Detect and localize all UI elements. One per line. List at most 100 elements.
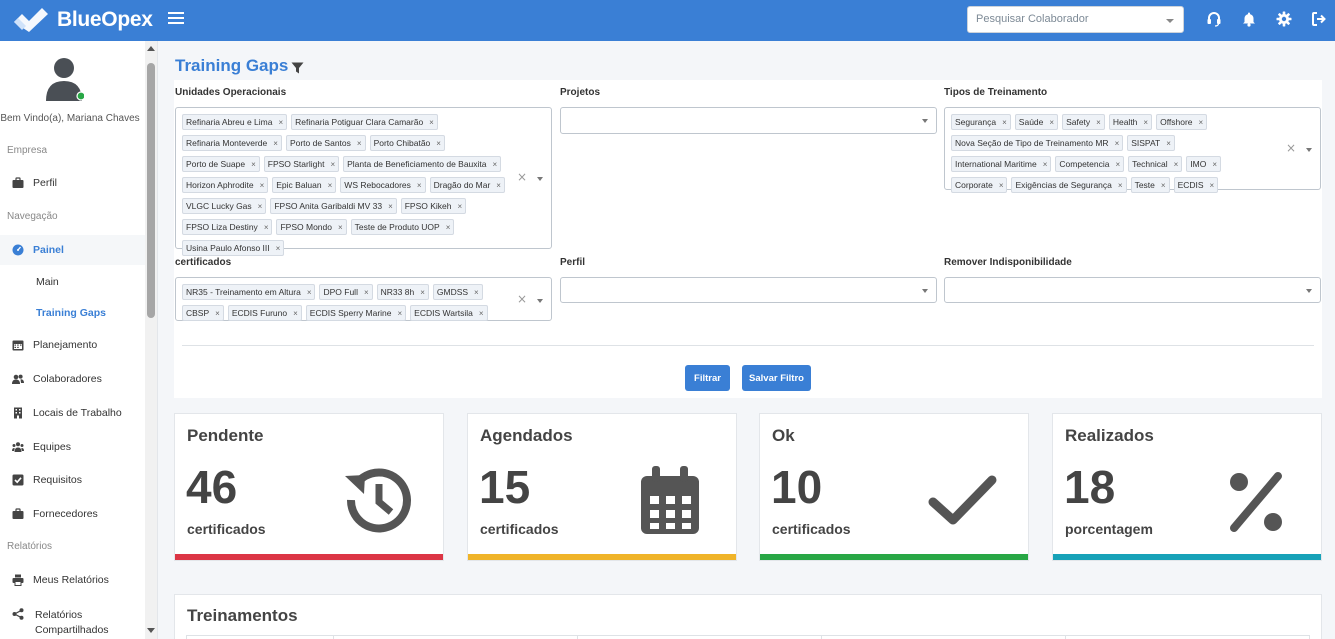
chip-remove-icon[interactable]: × [330, 160, 335, 169]
filter-chip[interactable]: Offshore × [1156, 114, 1208, 130]
filter-chip[interactable]: Health × [1108, 114, 1153, 130]
filter-chip[interactable]: Corporate × [951, 177, 1008, 193]
sidebar-item-perfil[interactable]: Perfil [0, 168, 145, 198]
tipos-select[interactable]: Segurança × Saúde × Safety × Health × Offshore × N… [944, 107, 1321, 193]
filter-chip[interactable]: Teste × [1130, 177, 1170, 193]
filter-chip[interactable]: Technical × [1128, 156, 1183, 172]
filter-chip[interactable]: Dragão do Mar × [429, 177, 505, 193]
chip-remove-icon[interactable]: × [364, 288, 369, 297]
chevron-down-icon[interactable] [922, 119, 928, 123]
chip-remove-icon[interactable]: × [328, 181, 333, 190]
filter-chip[interactable]: CBSP × [182, 305, 224, 321]
chevron-down-icon[interactable] [922, 289, 928, 293]
chip-remove-icon[interactable]: × [357, 139, 362, 148]
chip-remove-icon[interactable]: × [278, 118, 283, 127]
chip-remove-icon[interactable]: × [1212, 160, 1217, 169]
chip-remove-icon[interactable]: × [458, 202, 463, 211]
unidades-select[interactable]: Refinaria Abreu e Lima × Refinaria Potigua… [175, 107, 552, 256]
filter-chip[interactable]: Refinaria Potiguar Clara Camarão × [291, 114, 438, 130]
chip-remove-icon[interactable]: × [420, 288, 425, 297]
scroll-down-icon[interactable] [147, 628, 155, 633]
certificados-select[interactable]: NR35 - Treinamento em Altura × DPO Full × NR… [175, 277, 552, 321]
chip-remove-icon[interactable]: × [264, 223, 269, 232]
filter-chip[interactable]: Refinaria Abreu e Lima × [182, 114, 288, 130]
filter-chip[interactable]: Safety × [1062, 114, 1105, 130]
remover-select[interactable] [944, 277, 1321, 303]
chip-remove-icon[interactable]: × [1118, 181, 1123, 190]
sidebar-item-requisitos[interactable]: Requisitos [0, 465, 145, 495]
chip-remove-icon[interactable]: × [1002, 118, 1007, 127]
filter-chip[interactable]: ECDIS Wartsila × [410, 305, 488, 321]
filter-chip[interactable]: ECDIS Furuno × [227, 305, 302, 321]
sidebar-item-equipes[interactable]: Equipes [0, 432, 145, 462]
filter-chip[interactable]: Porto de Suape × [182, 156, 260, 172]
sidebar-subitem-main[interactable]: Main [36, 276, 59, 288]
chevron-down-icon[interactable] [537, 177, 543, 181]
filter-chip[interactable]: Exigências de Segurança × [1011, 177, 1127, 193]
filter-chip[interactable]: WS Rebocadores × [340, 177, 426, 193]
filter-icon[interactable] [291, 62, 304, 74]
chip-remove-icon[interactable]: × [493, 160, 498, 169]
salvar-filtro-button[interactable]: Salvar Filtro [742, 365, 811, 391]
filter-chip[interactable]: FPSO Starlight × [263, 156, 340, 172]
avatar[interactable] [44, 57, 84, 101]
filter-chip[interactable]: Porto de Santos × [285, 135, 366, 151]
headset-icon[interactable] [1206, 11, 1222, 27]
chip-remove-icon[interactable]: × [1115, 139, 1120, 148]
chip-remove-icon[interactable]: × [258, 202, 263, 211]
chip-remove-icon[interactable]: × [1166, 139, 1171, 148]
chip-remove-icon[interactable]: × [1116, 160, 1121, 169]
perfil-select[interactable] [560, 277, 937, 303]
filter-chip[interactable]: Teste de Produto UOP × [350, 219, 455, 235]
chevron-down-icon[interactable] [1306, 289, 1312, 293]
filter-chip[interactable]: FPSO Liza Destiny × [182, 219, 273, 235]
sidebar-item-colaboradores[interactable]: Colaboradores [0, 364, 145, 394]
chip-remove-icon[interactable]: × [496, 181, 501, 190]
logout-icon[interactable] [1311, 11, 1327, 27]
chip-remove-icon[interactable]: × [260, 181, 265, 190]
filter-chip[interactable]: ECDIS × [1173, 177, 1219, 193]
chip-remove-icon[interactable]: × [273, 139, 278, 148]
filter-chip[interactable]: NR35 - Treinamento em Altura × [182, 284, 316, 300]
chip-remove-icon[interactable]: × [1143, 118, 1148, 127]
chip-remove-icon[interactable]: × [999, 181, 1004, 190]
filter-chip[interactable]: Nova Seção de Tipo de Treinamento MR × [951, 135, 1124, 151]
chip-remove-icon[interactable]: × [251, 160, 256, 169]
chip-remove-icon[interactable]: × [1161, 181, 1166, 190]
sidebar-item-meus-relatorios[interactable]: Meus Relatórios [0, 565, 145, 595]
gear-icon[interactable] [1276, 11, 1292, 27]
filter-chip[interactable]: GMDSS × [432, 284, 483, 300]
filter-chip[interactable]: Saúde × [1014, 114, 1059, 130]
filter-chip[interactable]: Epic Baluan × [272, 177, 337, 193]
filter-chip[interactable]: Planta de Beneficiamento de Bauxita × [343, 156, 502, 172]
logo[interactable]: BlueOpex [12, 6, 153, 34]
chip-remove-icon[interactable]: × [1199, 118, 1204, 127]
chip-remove-icon[interactable]: × [398, 309, 403, 318]
filter-chip[interactable]: Refinaria Monteverde × [182, 135, 282, 151]
chip-remove-icon[interactable]: × [474, 288, 479, 297]
bell-icon[interactable] [1241, 11, 1257, 27]
chip-remove-icon[interactable]: × [429, 118, 434, 127]
sidebar-item-painel[interactable]: Painel [0, 235, 145, 265]
sidebar-item-planejamento[interactable]: Planejamento [0, 330, 145, 360]
sidebar-item-locais-de-trabalho[interactable]: Locais de Trabalho [0, 398, 145, 428]
filter-chip[interactable]: International Maritime × [951, 156, 1052, 172]
clear-icon[interactable]: × [1286, 141, 1296, 155]
filter-chip[interactable]: FPSO Anita Garibaldi MV 33 × [270, 198, 397, 214]
chip-remove-icon[interactable]: × [1210, 181, 1215, 190]
filter-chip[interactable]: FPSO Kikeh × [400, 198, 467, 214]
filter-chip[interactable]: Horizon Aphrodite × [182, 177, 269, 193]
filter-chip[interactable]: Usina Paulo Afonso III × [182, 240, 285, 256]
chip-remove-icon[interactable]: × [1096, 118, 1101, 127]
chip-remove-icon[interactable]: × [388, 202, 393, 211]
chevron-down-icon[interactable] [537, 299, 543, 303]
chip-remove-icon[interactable]: × [1174, 160, 1179, 169]
sidebar-subitem-training-gaps[interactable]: Training Gaps [36, 307, 106, 319]
clear-icon[interactable]: × [517, 292, 527, 306]
filter-chip[interactable]: Segurança × [951, 114, 1011, 130]
filter-chip[interactable]: VLGC Lucky Gas × [182, 198, 267, 214]
sidebar-item-relatorios-compartilhados[interactable]: Relatórios Compartilhados [0, 607, 145, 637]
filter-chip[interactable]: IMO × [1186, 156, 1222, 172]
chip-remove-icon[interactable]: × [479, 309, 484, 318]
chip-remove-icon[interactable]: × [293, 309, 298, 318]
